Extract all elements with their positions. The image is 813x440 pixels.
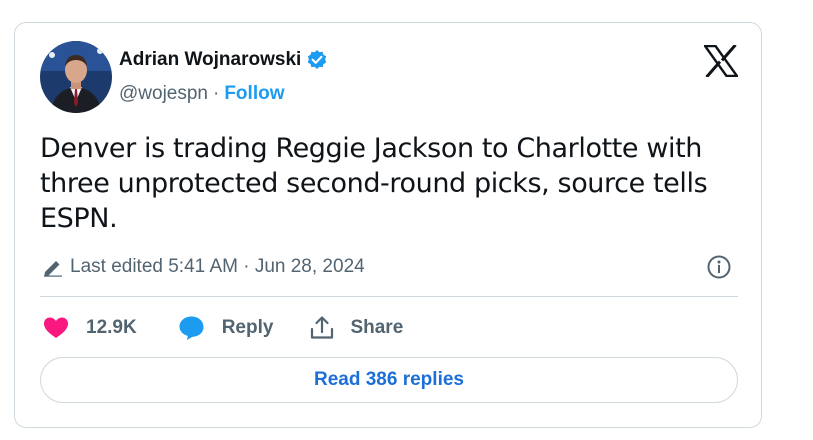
tweet-text: Denver is trading Reggie Jackson to Char… — [40, 133, 708, 234]
like-button[interactable]: 12.9K — [43, 316, 137, 340]
pencil-icon — [42, 257, 64, 277]
follow-button[interactable]: Follow — [224, 83, 284, 105]
verified-badge-icon — [306, 49, 328, 71]
reply-bubble-icon — [178, 315, 205, 341]
handle-separator: · — [213, 83, 220, 104]
like-count: 12.9K — [86, 317, 137, 338]
heart-icon — [43, 316, 69, 340]
handle-row: @wojespn · Follow — [119, 83, 284, 105]
edited-indicator[interactable]: Last edited 5:41 AM · Jun 28, 2024 — [42, 256, 365, 278]
tweet-actions: 12.9K Reply Share — [43, 313, 403, 343]
share-button[interactable]: Share — [309, 315, 403, 341]
reply-label: Reply — [221, 317, 274, 338]
read-replies-button[interactable]: Read 386 replies — [40, 357, 738, 403]
read-replies-label: Read 386 replies — [314, 369, 464, 390]
x-logo-icon[interactable] — [702, 43, 740, 82]
author-handle[interactable]: @wojespn — [119, 83, 208, 105]
reply-button[interactable]: Reply — [178, 315, 274, 341]
avatar[interactable] — [40, 41, 112, 113]
divider — [40, 296, 738, 297]
author-name[interactable]: Adrian Wojnarowski — [119, 49, 301, 71]
edited-timestamp: Last edited 5:41 AM · Jun 28, 2024 — [70, 256, 365, 277]
author-name-row: Adrian Wojnarowski — [119, 49, 328, 71]
tweet-card: Adrian Wojnarowski @wojespn · Follow Den… — [14, 22, 762, 428]
info-icon[interactable] — [706, 254, 732, 285]
share-label: Share — [350, 317, 404, 338]
share-icon — [309, 315, 335, 341]
